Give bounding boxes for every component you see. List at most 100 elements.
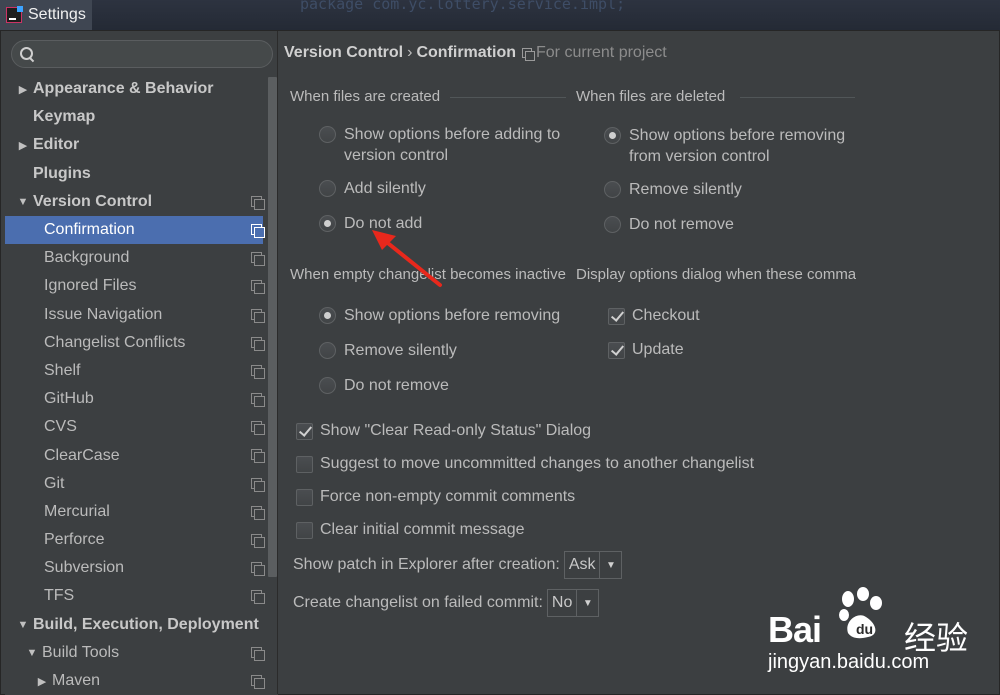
checkbox-force-comments[interactable]: Force non-empty commit comments bbox=[296, 488, 575, 506]
select-value: No bbox=[551, 594, 573, 611]
expand-arrow-icon[interactable]: ▶ bbox=[13, 139, 33, 152]
checkbox-checkout[interactable]: Checkout bbox=[608, 307, 700, 325]
chevron-down-icon[interactable]: ▼ bbox=[599, 552, 621, 578]
project-scope-icon bbox=[251, 393, 265, 408]
tree-item-subversion[interactable]: Subversion bbox=[5, 554, 265, 582]
failed-commit-select[interactable]: No ▼ bbox=[546, 589, 600, 617]
tree-item-label: Changelist Conflicts bbox=[44, 333, 186, 351]
radio-button[interactable] bbox=[319, 342, 336, 359]
radio-button-selected[interactable] bbox=[319, 307, 336, 324]
radio-button-selected[interactable] bbox=[319, 215, 336, 232]
radio-button-selected[interactable] bbox=[604, 127, 621, 144]
tree-item-mercurial[interactable]: Mercurial bbox=[5, 498, 265, 526]
radio-button[interactable] bbox=[604, 181, 621, 198]
checkbox-checked[interactable] bbox=[608, 307, 625, 325]
tree-item-label: Perforce bbox=[44, 531, 105, 549]
radio-label: Show options before adding to version co… bbox=[344, 126, 561, 164]
tree-item-label: Issue Navigation bbox=[44, 305, 163, 323]
tree-item-label: Git bbox=[44, 474, 65, 492]
svg-text:du: du bbox=[856, 621, 873, 637]
radio-cl-remove-silently[interactable]: Remove silently bbox=[319, 340, 457, 361]
checkbox[interactable] bbox=[296, 455, 313, 473]
radio-cl-show-options[interactable]: Show options before removing bbox=[319, 305, 560, 326]
tree-item-ignored-files[interactable]: Ignored Files bbox=[5, 272, 265, 300]
checkbox-checked[interactable] bbox=[608, 341, 625, 359]
tree-item-perforce[interactable]: Perforce bbox=[5, 526, 265, 554]
collapse-arrow-icon[interactable]: ▼ bbox=[13, 619, 33, 631]
settings-tree: ▶ Appearance & Behavior Keymap ▶ Editor … bbox=[5, 75, 265, 695]
tree-item-label: Ignored Files bbox=[44, 277, 137, 295]
radio-cl-do-not-remove[interactable]: Do not remove bbox=[319, 375, 449, 396]
checkbox[interactable] bbox=[296, 521, 313, 539]
checkbox-clear-readonly[interactable]: Show "Clear Read-only Status" Dialog bbox=[296, 422, 591, 440]
tree-item-github[interactable]: GitHub bbox=[5, 385, 265, 413]
page-title: Confirmation bbox=[416, 44, 516, 61]
baidu-paw-icon: du bbox=[839, 587, 882, 639]
tree-item-label: Build Tools bbox=[42, 643, 120, 661]
checkbox[interactable] bbox=[296, 488, 313, 506]
tree-item-appearance[interactable]: ▶ Appearance & Behavior bbox=[5, 75, 263, 103]
tree-item-label: Subversion bbox=[44, 559, 125, 577]
watermark-brand: Bai bbox=[768, 609, 822, 650]
expand-arrow-icon[interactable]: ▶ bbox=[32, 675, 52, 688]
search-icon bbox=[20, 47, 34, 61]
project-scope-icon bbox=[251, 308, 265, 323]
scrollbar-thumb[interactable] bbox=[268, 77, 277, 577]
tree-item-tfs[interactable]: TFS bbox=[5, 582, 265, 610]
chevron-down-icon[interactable]: ▼ bbox=[576, 590, 598, 616]
checkbox-update[interactable]: Update bbox=[608, 341, 684, 359]
radio-button[interactable] bbox=[319, 180, 336, 197]
tree-item-clearcase[interactable]: ClearCase bbox=[5, 441, 265, 469]
radio-do-not-remove[interactable]: Do not remove bbox=[604, 214, 734, 235]
tree-item-changelist-conflicts[interactable]: Changelist Conflicts bbox=[5, 329, 265, 357]
tree-item-background[interactable]: Background bbox=[5, 244, 265, 272]
tree-item-label: Editor bbox=[33, 136, 80, 154]
checkbox-clear-initial[interactable]: Clear initial commit message bbox=[296, 521, 525, 539]
radio-button[interactable] bbox=[319, 377, 336, 394]
tree-item-editor[interactable]: ▶ Editor bbox=[5, 131, 263, 159]
radio-button[interactable] bbox=[604, 216, 621, 233]
tree-item-cvs[interactable]: CVS bbox=[5, 413, 265, 441]
checkbox-checked[interactable] bbox=[296, 422, 313, 440]
group-title-display-options: Display options dialog when these comman… bbox=[576, 266, 856, 283]
radio-button[interactable] bbox=[319, 126, 336, 143]
patch-explorer-select[interactable]: Ask ▼ bbox=[563, 551, 623, 579]
tree-item-build[interactable]: ▼ Build, Execution, Deployment bbox=[5, 611, 263, 639]
tree-item-confirmation[interactable]: Confirmation bbox=[5, 215, 265, 245]
radio-label: Remove silently bbox=[344, 342, 457, 359]
radio-label: Do not remove bbox=[344, 377, 449, 394]
checkbox-label: Checkout bbox=[632, 307, 700, 324]
tree-item-label: Plugins bbox=[33, 164, 91, 182]
tree-item-git[interactable]: Git bbox=[5, 470, 265, 498]
checkbox-label: Update bbox=[632, 341, 684, 358]
radio-label: Add silently bbox=[344, 180, 426, 197]
group-divider bbox=[450, 97, 566, 98]
tree-item-shelf[interactable]: Shelf bbox=[5, 357, 265, 385]
settings-search[interactable] bbox=[11, 40, 273, 68]
tree-item-issue-navigation[interactable]: Issue Navigation bbox=[5, 301, 265, 329]
tree-item-plugins[interactable]: Plugins bbox=[5, 160, 263, 188]
collapse-arrow-icon[interactable]: ▼ bbox=[22, 647, 42, 659]
tree-item-keymap[interactable]: Keymap bbox=[5, 103, 263, 131]
tree-item-version-control[interactable]: ▼ Version Control bbox=[5, 188, 265, 216]
checkbox-suggest-move[interactable]: Suggest to move uncommitted changes to a… bbox=[296, 455, 754, 473]
search-input[interactable] bbox=[40, 46, 260, 62]
tree-item-label: TFS bbox=[44, 587, 75, 605]
checkbox-label: Clear initial commit message bbox=[320, 521, 525, 538]
settings-sidebar: ▶ Appearance & Behavior Keymap ▶ Editor … bbox=[5, 35, 278, 695]
tree-item-label: Version Control bbox=[33, 192, 153, 210]
collapse-arrow-icon[interactable]: ▼ bbox=[13, 196, 33, 208]
tree-item-maven[interactable]: ▶ Maven bbox=[5, 667, 265, 695]
tree-item-label: Maven bbox=[52, 672, 101, 690]
radio-label: Remove silently bbox=[629, 181, 742, 198]
project-scope-icon bbox=[251, 534, 265, 548]
patch-explorer-row: Show patch in Explorer after creation: A… bbox=[293, 551, 623, 579]
expand-arrow-icon[interactable]: ▶ bbox=[13, 83, 33, 96]
radio-show-options-removing-vc[interactable]: Show options before removing from versio… bbox=[604, 125, 864, 167]
tree-item-label: Appearance & Behavior bbox=[33, 80, 214, 98]
tree-item-build-tools[interactable]: ▼ Build Tools bbox=[5, 639, 265, 667]
radio-remove-silently[interactable]: Remove silently bbox=[604, 179, 742, 200]
radio-show-options-adding[interactable]: Show options before adding to version co… bbox=[319, 124, 569, 166]
breadcrumb-separator: › bbox=[407, 44, 413, 61]
radio-add-silently[interactable]: Add silently bbox=[319, 178, 426, 199]
